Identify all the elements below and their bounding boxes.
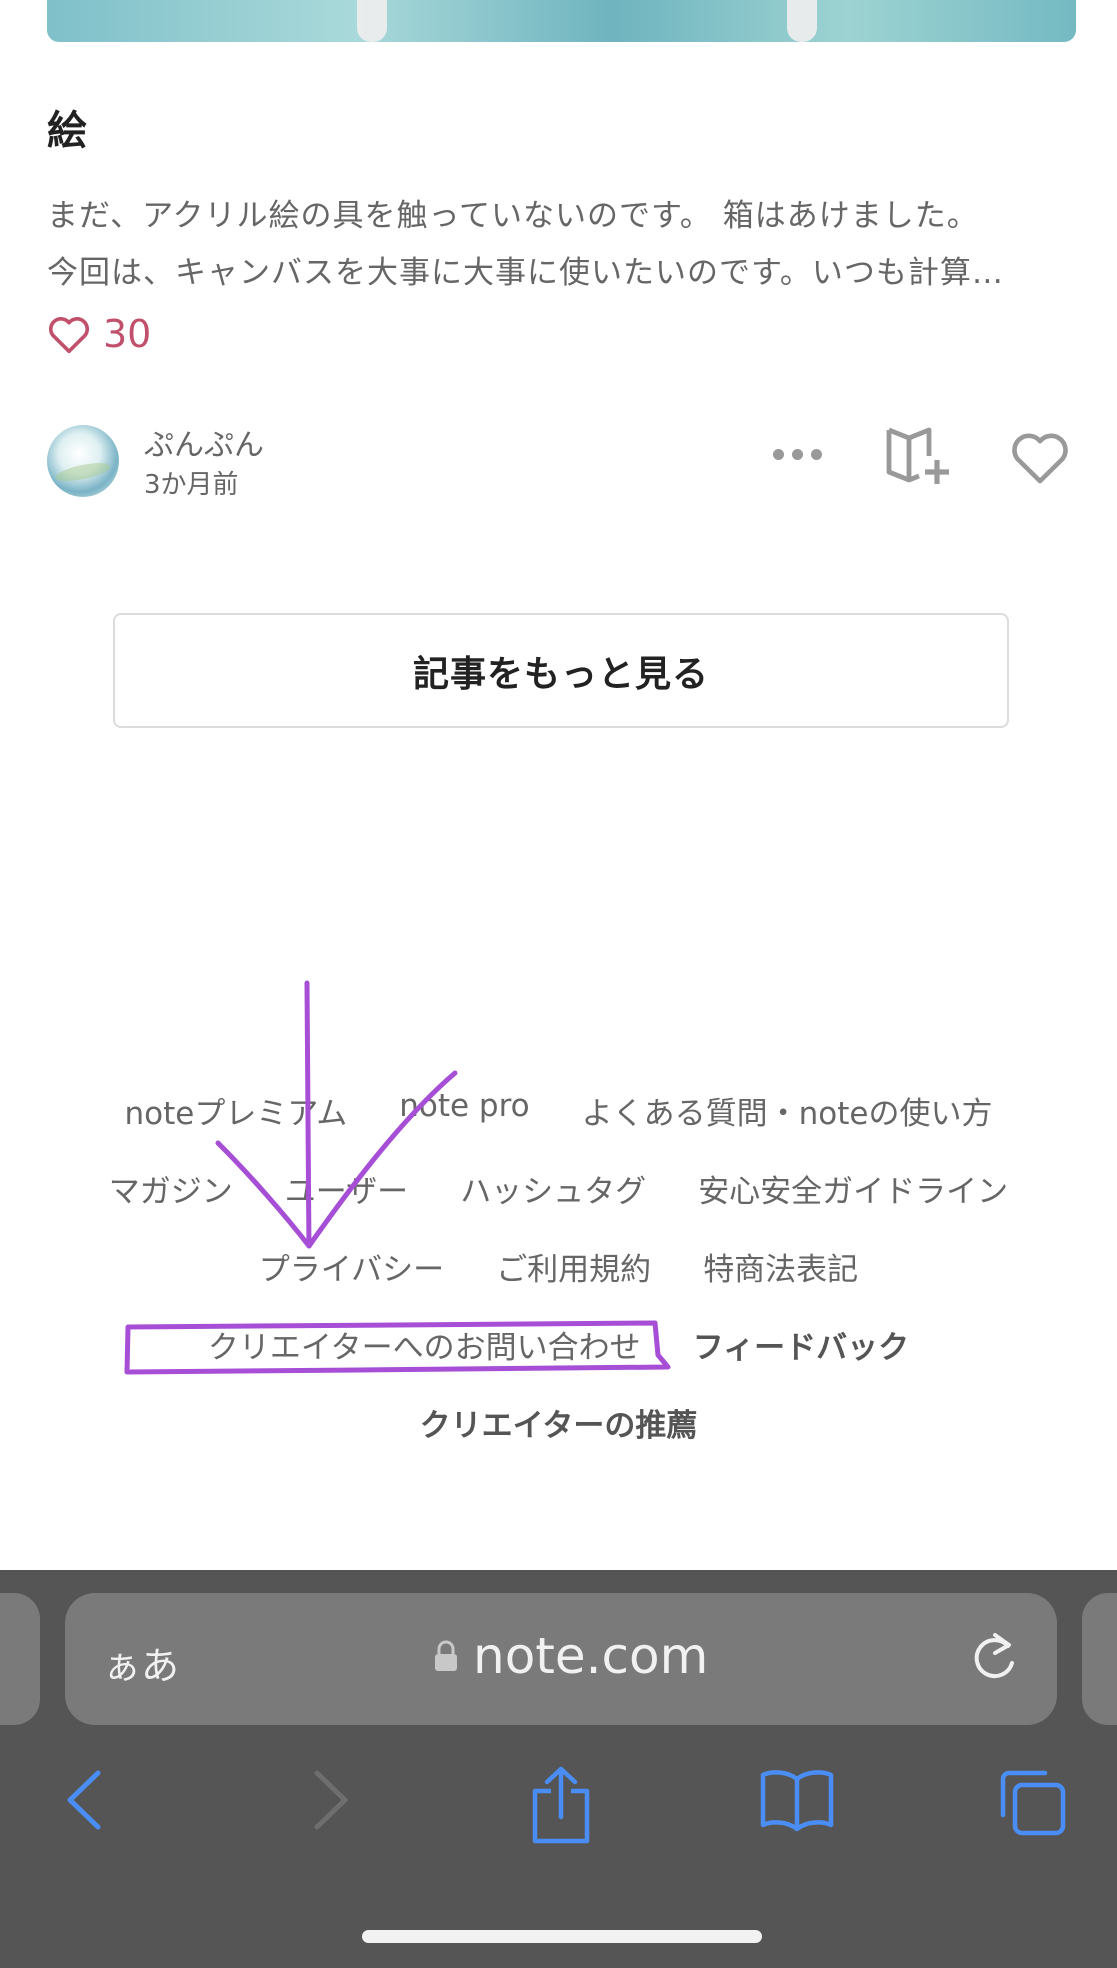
magazine-add-icon: [886, 427, 949, 484]
footer-link-legal-notice[interactable]: 特商法表記: [703, 1244, 858, 1289]
more-button[interactable]: [767, 424, 827, 484]
url-text: note.com: [473, 1627, 709, 1685]
footer-link-note-pro[interactable]: note pro: [399, 1088, 529, 1133]
like-count-display: 30: [47, 312, 151, 356]
tabs-icon: [1000, 1770, 1066, 1836]
text-size-button[interactable]: ぁあ: [103, 1635, 179, 1690]
see-more-articles-button[interactable]: 記事をもっと見る: [113, 613, 1009, 728]
footer-link-creator-recommendation[interactable]: クリエイターの推薦: [420, 1400, 698, 1445]
reload-icon[interactable]: [965, 1627, 1025, 1687]
more-icon: [772, 448, 784, 460]
previous-tab-preview[interactable]: [0, 1593, 40, 1725]
more-icon: [810, 448, 822, 460]
footer-links: クリエイターへのお問い合わせ フィードバック: [0, 1322, 1117, 1367]
url-display[interactable]: note.com: [433, 1627, 708, 1685]
bookmarks-button[interactable]: [757, 1765, 837, 1835]
forward-icon: [314, 1770, 348, 1830]
author-row: ぷんぷん 3か月前: [47, 420, 1077, 500]
next-tab-preview[interactable]: [1082, 1593, 1117, 1725]
share-button[interactable]: [525, 1765, 597, 1845]
thumbnail-figure: [357, 0, 387, 42]
footer-links: noteプレミアム note pro よくある質問・noteの使い方: [0, 1088, 1117, 1133]
footer-link-premium[interactable]: noteプレミアム: [125, 1088, 348, 1133]
share-icon: [532, 1766, 590, 1844]
excerpt-line: 今回は、キャンバスを大事に大事に使いたいのです。いつも計算…: [47, 255, 1004, 291]
back-icon: [67, 1770, 101, 1830]
footer-link-terms[interactable]: ご利用規約: [496, 1244, 651, 1289]
address-bar[interactable]: ぁあ note.com: [65, 1593, 1057, 1725]
footer-link-privacy[interactable]: プライバシー: [259, 1244, 444, 1289]
article-excerpt[interactable]: まだ、アクリル絵の具を触っていないのです。 箱はあけました。 今回は、キャンバス…: [47, 188, 1087, 302]
footer-link-faq[interactable]: よくある質問・noteの使い方: [582, 1088, 993, 1133]
footer-link-magazine[interactable]: マガジン: [109, 1166, 233, 1211]
bookmarks-icon: [760, 1770, 834, 1832]
footer-links: マガジン ユーザー ハッシュタグ 安心安全ガイドライン: [0, 1166, 1117, 1211]
article-title[interactable]: 絵: [47, 98, 87, 156]
article-thumbnail[interactable]: [47, 0, 1076, 42]
author-name[interactable]: ぷんぷん: [144, 420, 264, 464]
forward-button[interactable]: [305, 1765, 355, 1835]
back-button[interactable]: [60, 1765, 110, 1835]
footer-link-hashtags[interactable]: ハッシュタグ: [460, 1166, 646, 1211]
footer-links: クリエイターの推薦: [0, 1400, 1117, 1445]
like-count: 30: [103, 312, 152, 356]
home-indicator[interactable]: [362, 1930, 762, 1943]
heart-icon: [48, 317, 90, 354]
more-icon: [791, 448, 803, 460]
footer-link-creator-contact[interactable]: クリエイターへのお問い合わせ: [208, 1322, 641, 1367]
footer-link-feedback[interactable]: フィードバック: [693, 1322, 909, 1367]
like-button[interactable]: [1007, 424, 1073, 490]
footer-link-guidelines[interactable]: 安心安全ガイドライン: [698, 1166, 1008, 1211]
lock-icon: [435, 1640, 457, 1671]
footer-links: プライバシー ご利用規約 特商法表記: [0, 1244, 1117, 1289]
tabs-button[interactable]: [995, 1765, 1070, 1840]
thumbnail-figure: [787, 0, 817, 42]
excerpt-line: まだ、アクリル絵の具を触っていないのです。 箱はあけました。: [47, 198, 979, 234]
heart-icon: [1012, 433, 1068, 484]
add-to-magazine-button[interactable]: [885, 424, 955, 488]
post-time: 3か月前: [144, 470, 239, 500]
footer-link-users[interactable]: ユーザー: [285, 1166, 408, 1211]
avatar[interactable]: [47, 425, 119, 497]
